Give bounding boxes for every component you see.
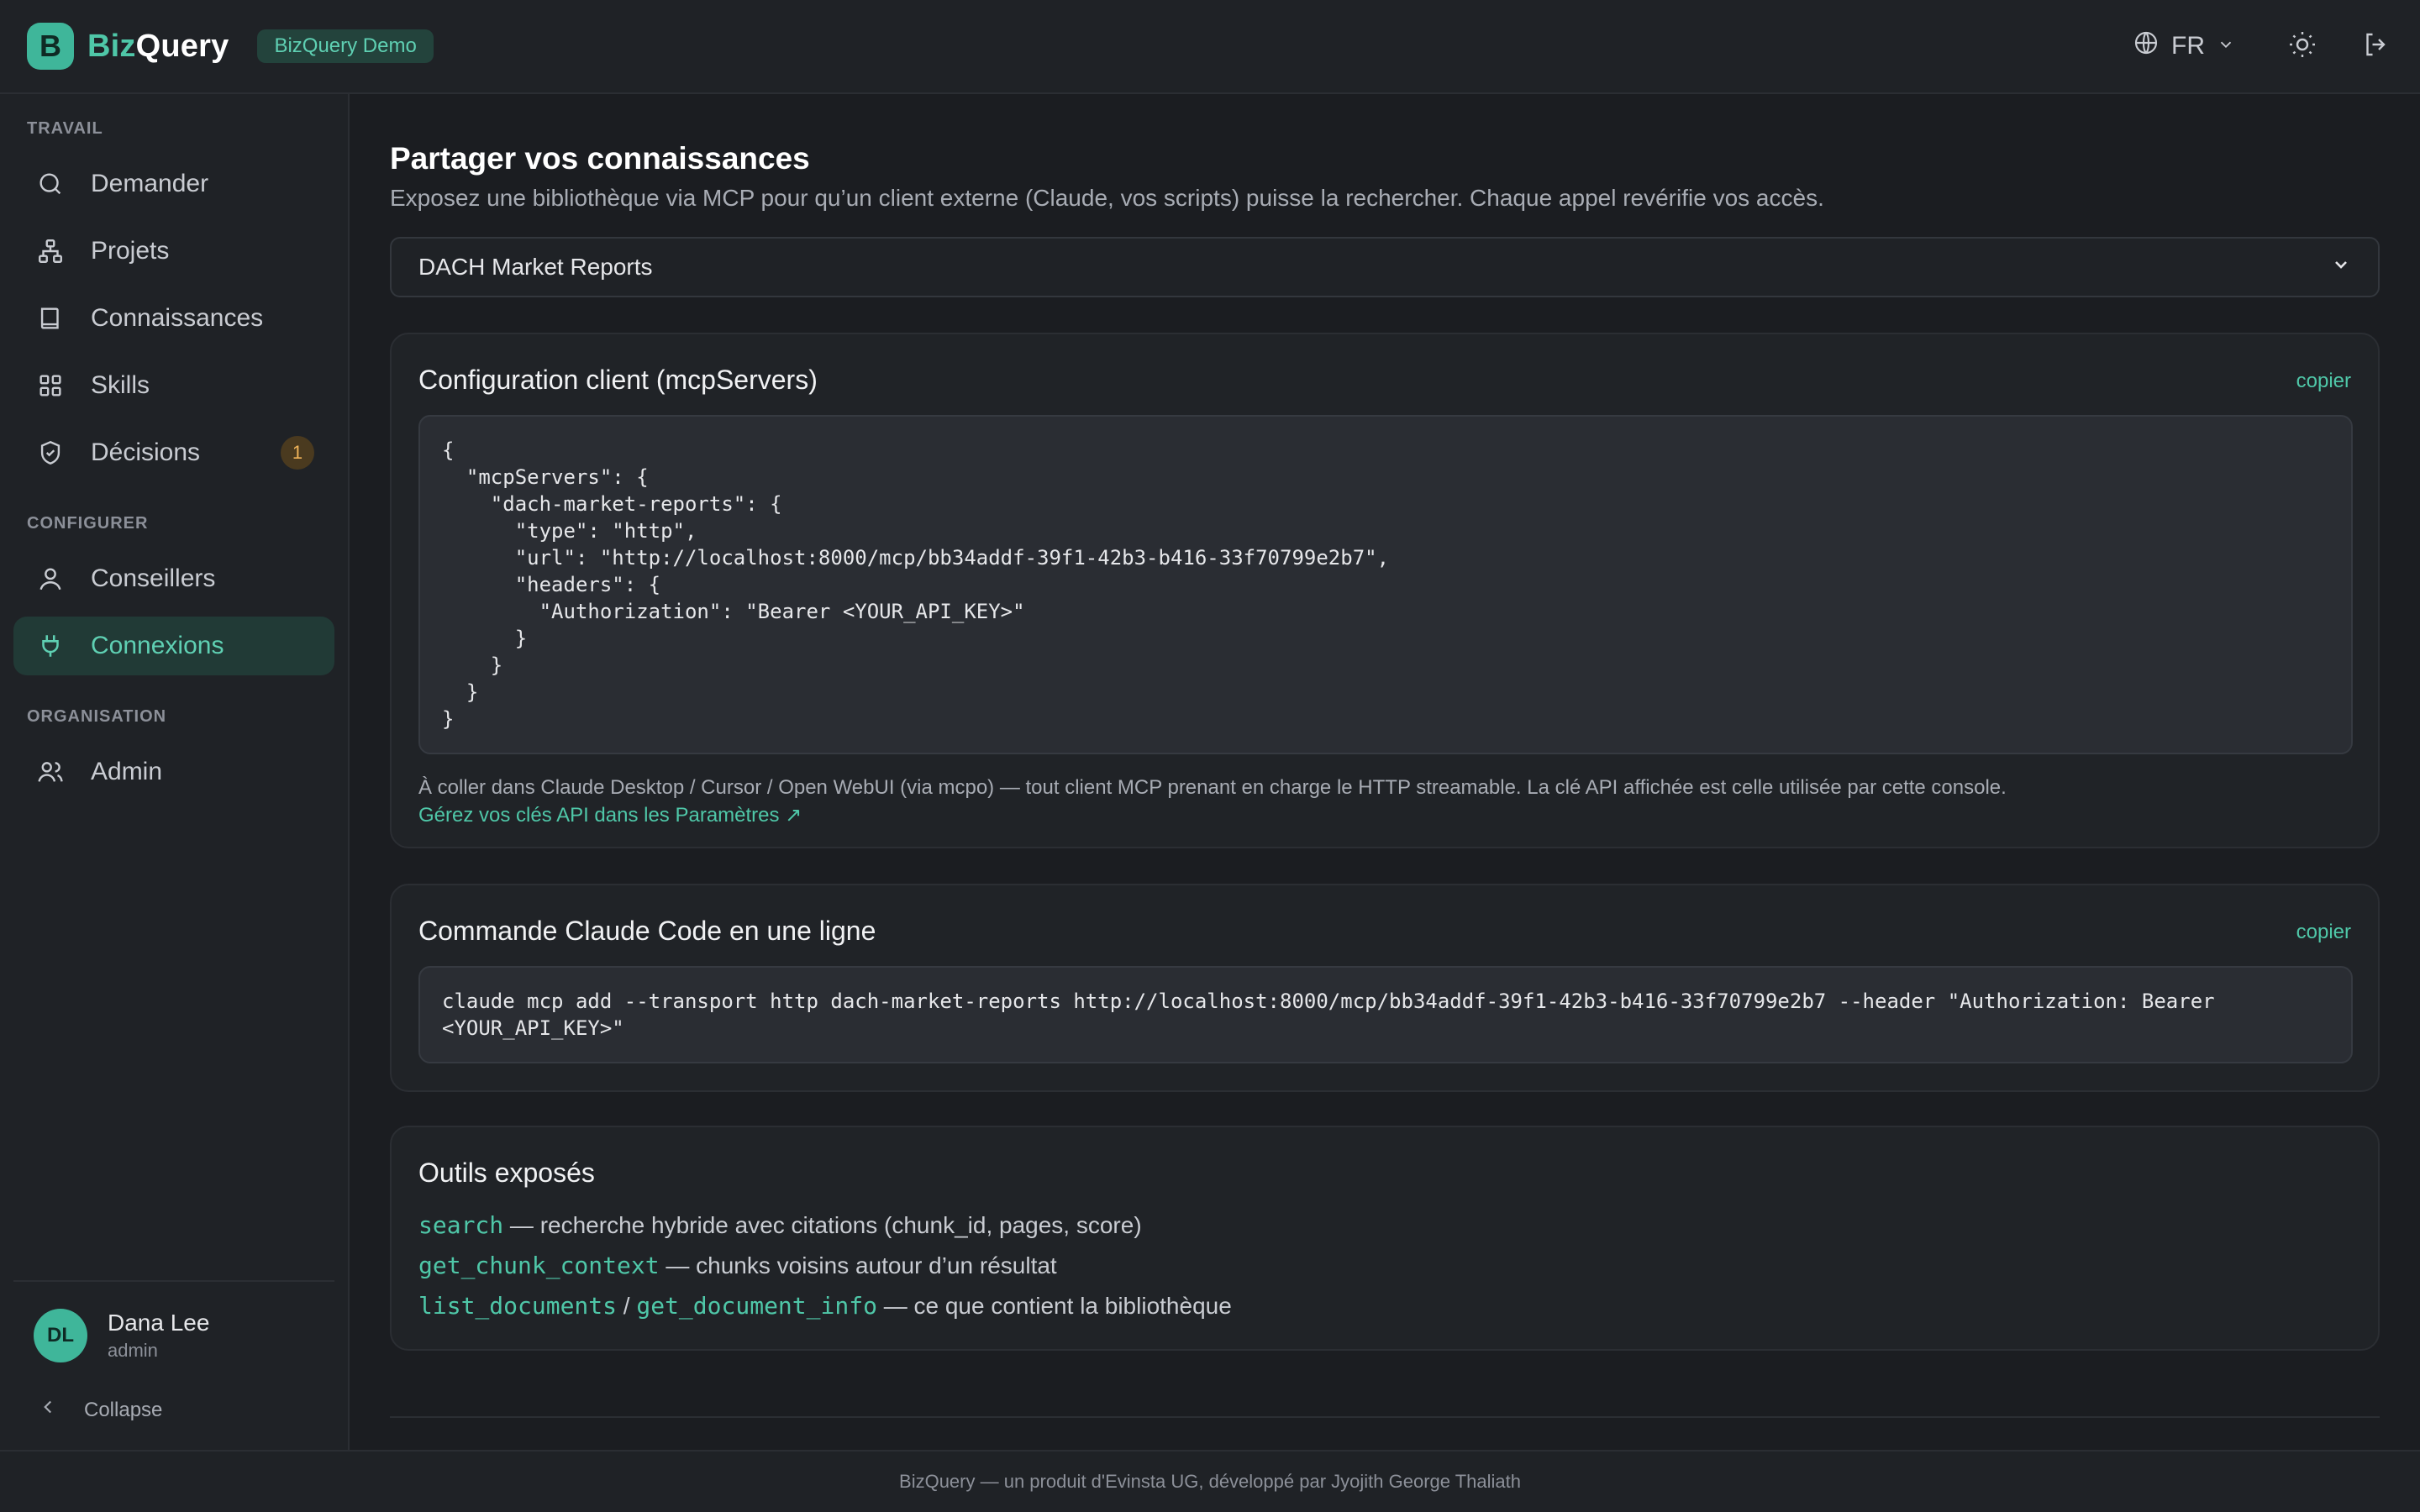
config-card-title: Configuration client (mcpServers) [418, 365, 818, 395]
command-code-block[interactable]: claude mcp add --transport http dach-mar… [418, 966, 2353, 1063]
page-title: Partager vos connaissances [390, 141, 810, 176]
tool-item: get_chunk_context — chunks voisins autou… [418, 1252, 1057, 1279]
sidebar-item-conseillers[interactable]: Conseillers [13, 549, 334, 608]
tool-item: list_documents / get_document_info — ce … [418, 1292, 1232, 1320]
tool-name[interactable]: search [418, 1211, 503, 1239]
page-subtitle: Exposez une bibliothèque via MCP pour qu… [390, 185, 1824, 211]
top-header: B BizQuery BizQuery Demo FR [0, 0, 2420, 94]
user-icon [34, 562, 67, 596]
library-select-value: DACH Market Reports [418, 254, 653, 280]
sidebar: TRAVAIL Demander Projets Connaissances S… [0, 94, 350, 1450]
brand-suffix: Query [135, 28, 229, 64]
tool-name[interactable]: get_document_info [636, 1292, 877, 1320]
sidebar-item-label: Conseillers [91, 564, 216, 592]
tool-name[interactable]: get_chunk_context [418, 1252, 660, 1279]
command-card: Commande Claude Code en une ligne copier… [390, 884, 2380, 1092]
section-label-organisation: ORGANISATION [27, 707, 167, 726]
tool-item: search — recherche hybride avec citation… [418, 1211, 1142, 1239]
tools-card: Outils exposés search — recherche hybrid… [390, 1126, 2380, 1351]
hierarchy-icon [34, 234, 67, 268]
sidebar-item-skills[interactable]: Skills [13, 356, 334, 415]
sidebar-divider [13, 1280, 334, 1282]
sidebar-item-connaissances[interactable]: Connaissances [13, 289, 334, 348]
collapse-label: Collapse [84, 1398, 163, 1421]
command-card-title: Commande Claude Code en une ligne [418, 916, 876, 946]
users-icon [34, 755, 67, 789]
tool-separator: / [617, 1293, 637, 1319]
logo-badge[interactable]: B [27, 23, 74, 70]
tool-description: — ce que contient la bibliothèque [876, 1293, 1232, 1319]
api-keys-settings-link[interactable]: Gérez vos clés API dans les Paramètres ↗ [418, 803, 802, 827]
sidebar-item-label: Projets [91, 237, 170, 265]
tool-description: — recherche hybride avec citations (chun… [503, 1212, 1142, 1238]
copy-config-button[interactable]: copier [2296, 370, 2351, 393]
sidebar-item-label: Demander [91, 170, 209, 197]
sidebar-item-admin[interactable]: Admin [13, 743, 334, 801]
avatar: DL [34, 1309, 87, 1362]
footer-text: BizQuery — un produit d'Evinsta UG, déve… [899, 1471, 1521, 1492]
book-icon [34, 302, 67, 335]
brand-name[interactable]: BizQuery [87, 29, 229, 65]
user-profile[interactable]: DL Dana Lee admin [34, 1309, 209, 1362]
main-content: Partager vos connaissances Exposez une b… [351, 94, 2420, 1450]
demo-badge: BizQuery Demo [257, 29, 434, 63]
language-selector[interactable]: FR [2133, 29, 2235, 63]
globe-icon [2133, 29, 2160, 63]
library-select[interactable]: DACH Market Reports [390, 237, 2380, 297]
tool-description: — chunks voisins autour d’un résultat [659, 1252, 1057, 1278]
sidebar-item-label: Skills [91, 371, 150, 399]
config-card: Configuration client (mcpServers) copier… [390, 333, 2380, 848]
logout-button[interactable] [2360, 29, 2393, 63]
sidebar-item-connexions[interactable]: Connexions [13, 617, 334, 675]
language-code: FR [2171, 32, 2205, 60]
collapse-sidebar-button[interactable]: Collapse [37, 1396, 162, 1424]
config-note: À coller dans Claude Desktop / Cursor / … [418, 776, 2007, 799]
content-divider [390, 1416, 2380, 1418]
section-label-configure: CONFIGURER [27, 514, 149, 533]
sidebar-item-decisions[interactable]: Décisions 1 [13, 423, 334, 482]
brand-prefix: Biz [87, 28, 136, 64]
user-name: Dana Lee [108, 1310, 210, 1336]
copy-command-button[interactable]: copier [2296, 921, 2351, 944]
sidebar-item-label: Connexions [91, 632, 224, 659]
sidebar-item-label: Admin [91, 758, 163, 785]
decisions-count-badge: 1 [281, 436, 314, 470]
chevron-down-icon [2331, 254, 2351, 281]
sun-icon [2287, 29, 2317, 64]
grid-icon [34, 369, 67, 402]
shield-check-icon [34, 436, 67, 470]
user-role: admin [108, 1340, 158, 1361]
plug-icon [34, 629, 67, 663]
sidebar-item-projets[interactable]: Projets [13, 222, 334, 281]
section-label-work: TRAVAIL [27, 119, 103, 138]
sidebar-item-demander[interactable]: Demander [13, 155, 334, 213]
config-code-block[interactable]: { "mcpServers": { "dach-market-reports":… [418, 415, 2353, 754]
chevron-left-icon [37, 1396, 59, 1424]
chevron-down-icon [2217, 32, 2235, 60]
sidebar-item-label: Décisions [91, 438, 201, 466]
tools-card-title: Outils exposés [418, 1158, 595, 1188]
logout-icon [2361, 29, 2391, 64]
search-icon [34, 167, 67, 201]
theme-toggle-button[interactable] [2286, 29, 2319, 63]
sidebar-item-label: Connaissances [91, 304, 264, 332]
footer: BizQuery — un produit d'Evinsta UG, déve… [0, 1450, 2420, 1512]
tool-name[interactable]: list_documents [418, 1292, 617, 1320]
